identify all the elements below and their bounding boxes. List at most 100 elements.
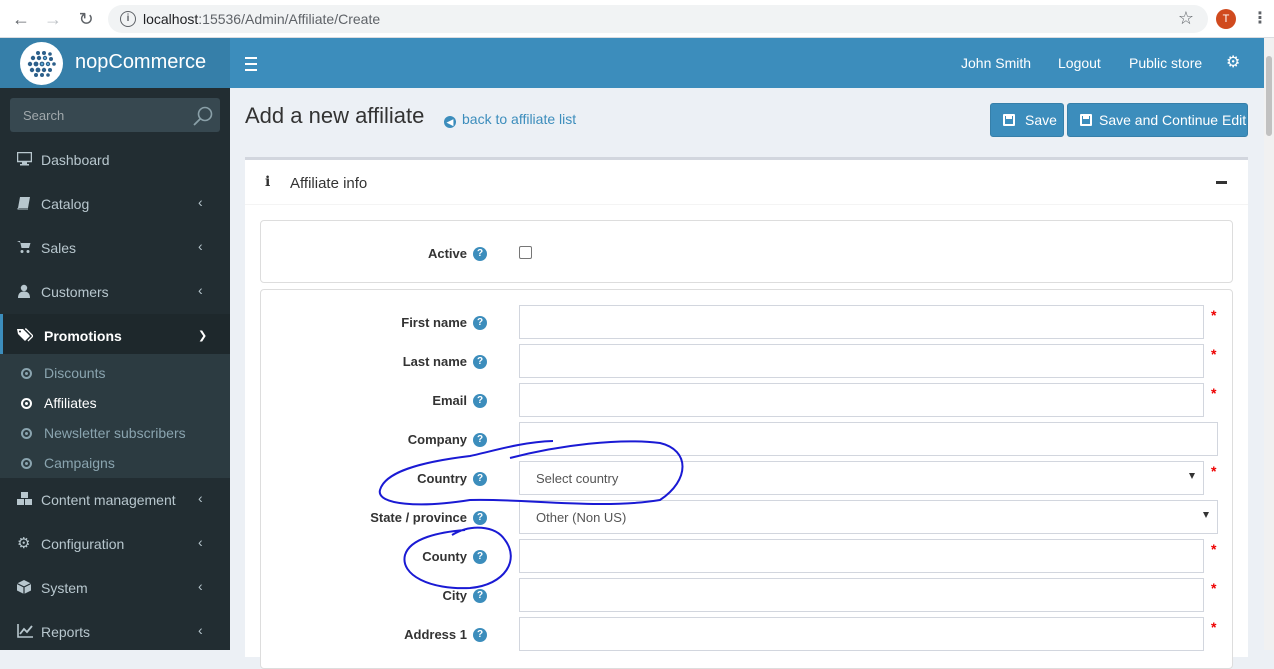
sidebar-item-label: Dashboard xyxy=(41,152,110,168)
affiliate-info-panel: i Affiliate info Active ? First name ? *… xyxy=(245,157,1248,669)
sidebar-item-customers[interactable]: Customers ‹ xyxy=(0,270,230,314)
chevron-left-icon: ‹ xyxy=(198,534,203,550)
top-navbar: John Smith Logout Public store ⚙ xyxy=(230,38,1274,88)
browser-menu-icon[interactable]: ⋮ xyxy=(1252,9,1268,29)
bookmark-star-icon[interactable]: ☆ xyxy=(1178,8,1194,29)
address1-label: Address 1 xyxy=(404,627,467,642)
submenu-item-label: Newsletter subscribers xyxy=(44,425,186,441)
first-name-label: First name xyxy=(401,315,467,330)
required-asterisk: * xyxy=(1211,346,1217,362)
help-icon[interactable]: ? xyxy=(473,394,487,408)
submenu-item-discounts[interactable]: Discounts xyxy=(0,358,230,388)
active-label: Active xyxy=(427,246,467,261)
chevron-left-icon: ‹ xyxy=(198,282,203,298)
browser-toolbar: ← → ↻ i localhost:15536/Admin/Affiliate/… xyxy=(0,0,1274,38)
cube-icon xyxy=(16,580,33,596)
submenu-item-label: Campaigns xyxy=(44,455,115,471)
help-icon[interactable]: ? xyxy=(473,511,487,525)
sidebar-item-sales[interactable]: Sales ‹ xyxy=(0,226,230,270)
cubes-icon xyxy=(17,492,33,508)
help-icon[interactable]: ? xyxy=(473,355,487,369)
url-text[interactable]: localhost:15536/Admin/Affiliate/Create xyxy=(143,11,380,27)
reload-icon[interactable]: ↻ xyxy=(76,9,96,29)
profile-avatar[interactable]: T xyxy=(1216,9,1236,29)
help-icon[interactable]: ? xyxy=(473,247,487,261)
submenu-item-campaigns[interactable]: Campaigns xyxy=(0,448,230,478)
logo-area[interactable]: nopCommerce xyxy=(0,38,230,88)
chevron-left-icon: ‹ xyxy=(198,490,203,506)
sidebar-item-dashboard[interactable]: Dashboard xyxy=(0,138,230,182)
page-title: Add a new affiliate xyxy=(245,103,425,128)
back-arrow-icon[interactable]: ← xyxy=(11,9,31,29)
panel-title: Affiliate info xyxy=(290,175,368,192)
page-scrollbar[interactable] xyxy=(1264,38,1274,650)
circle-dot-icon xyxy=(21,368,32,379)
help-icon[interactable]: ? xyxy=(473,433,487,447)
company-input[interactable] xyxy=(519,422,1218,456)
chevron-down-icon: ❯ xyxy=(198,330,208,342)
panel-header[interactable]: i Affiliate info xyxy=(245,160,1248,205)
sidebar-item-label: Reports xyxy=(41,624,91,640)
active-checkbox[interactable] xyxy=(519,246,532,259)
address1-input[interactable] xyxy=(519,617,1204,651)
public-store-link[interactable]: Public store xyxy=(1129,55,1202,71)
logout-link[interactable]: Logout xyxy=(1058,55,1101,71)
required-asterisk: * xyxy=(1211,619,1217,635)
chevron-left-icon: ‹ xyxy=(198,578,203,594)
address-bar[interactable]: i localhost:15536/Admin/Affiliate/Create… xyxy=(108,5,1208,33)
sidebar-item-catalog[interactable]: Catalog ‹ xyxy=(0,182,230,226)
help-icon[interactable]: ? xyxy=(473,589,487,603)
submenu-item-newsletter-subscribers[interactable]: Newsletter subscribers xyxy=(0,418,230,448)
scrollbar-thumb[interactable] xyxy=(1266,56,1272,136)
collapse-minus-icon[interactable] xyxy=(1216,181,1227,184)
state-select[interactable]: Other (Non US) xyxy=(519,500,1218,534)
last-name-input[interactable] xyxy=(519,344,1204,378)
site-info-icon[interactable]: i xyxy=(120,11,136,27)
last-name-label: Last name xyxy=(402,354,467,369)
dropdown-arrow-icon xyxy=(1203,512,1209,518)
email-input[interactable] xyxy=(519,383,1204,417)
help-icon[interactable]: ? xyxy=(473,628,487,642)
sidebar-item-promotions[interactable]: Promotions ❯ xyxy=(0,314,230,358)
save-button[interactable]: Save xyxy=(990,103,1064,137)
sidebar: Dashboard Catalog ‹ Sales ‹ Customers ‹ … xyxy=(0,88,230,650)
sidebar-item-label: Configuration xyxy=(41,536,125,552)
submenu-item-label: Discounts xyxy=(44,365,106,381)
sidebar-item-configuration[interactable]: ⚙ Configuration ‹ xyxy=(0,522,230,566)
search-input[interactable] xyxy=(10,98,185,132)
submenu-item-affiliates[interactable]: Affiliates xyxy=(0,388,230,418)
hamburger-menu-icon[interactable] xyxy=(245,53,259,73)
search-icon[interactable] xyxy=(192,105,214,127)
county-label: County xyxy=(422,549,467,564)
save-and-continue-button[interactable]: Save and Continue Edit xyxy=(1067,103,1248,137)
save-button-label: Save xyxy=(1025,112,1057,128)
url-path: :15536/Admin/Affiliate/Create xyxy=(198,11,381,27)
forward-arrow-icon[interactable]: → xyxy=(43,9,63,29)
help-icon[interactable]: ? xyxy=(473,550,487,564)
sidebar-item-label: System xyxy=(41,580,88,596)
settings-gears-icon[interactable]: ⚙ xyxy=(1226,52,1240,72)
company-label: Company xyxy=(407,432,467,447)
active-card: Active ? xyxy=(260,220,1233,283)
back-to-list-link[interactable]: ◀ back to affiliate list xyxy=(444,111,576,128)
sidebar-item-reports[interactable]: Reports ‹ xyxy=(0,610,230,654)
sidebar-search xyxy=(10,98,220,132)
user-icon xyxy=(17,284,33,300)
first-name-input[interactable] xyxy=(519,305,1204,339)
city-input[interactable] xyxy=(519,578,1204,612)
help-icon[interactable]: ? xyxy=(473,472,487,486)
chevron-left-icon: ‹ xyxy=(198,238,203,254)
chevron-left-icon: ‹ xyxy=(198,622,203,638)
cart-icon xyxy=(17,240,33,256)
sidebar-item-system[interactable]: System ‹ xyxy=(0,566,230,610)
user-name-link[interactable]: John Smith xyxy=(961,55,1031,71)
help-icon[interactable]: ? xyxy=(473,316,487,330)
country-select[interactable]: Select country xyxy=(519,461,1204,495)
county-input[interactable] xyxy=(519,539,1204,573)
info-icon: i xyxy=(265,174,271,190)
dropdown-arrow-icon xyxy=(1189,473,1195,479)
required-asterisk: * xyxy=(1211,307,1217,323)
sidebar-item-content-management[interactable]: Content management ‹ xyxy=(0,478,230,522)
monitor-icon xyxy=(16,151,33,168)
email-label: Email xyxy=(432,393,467,408)
